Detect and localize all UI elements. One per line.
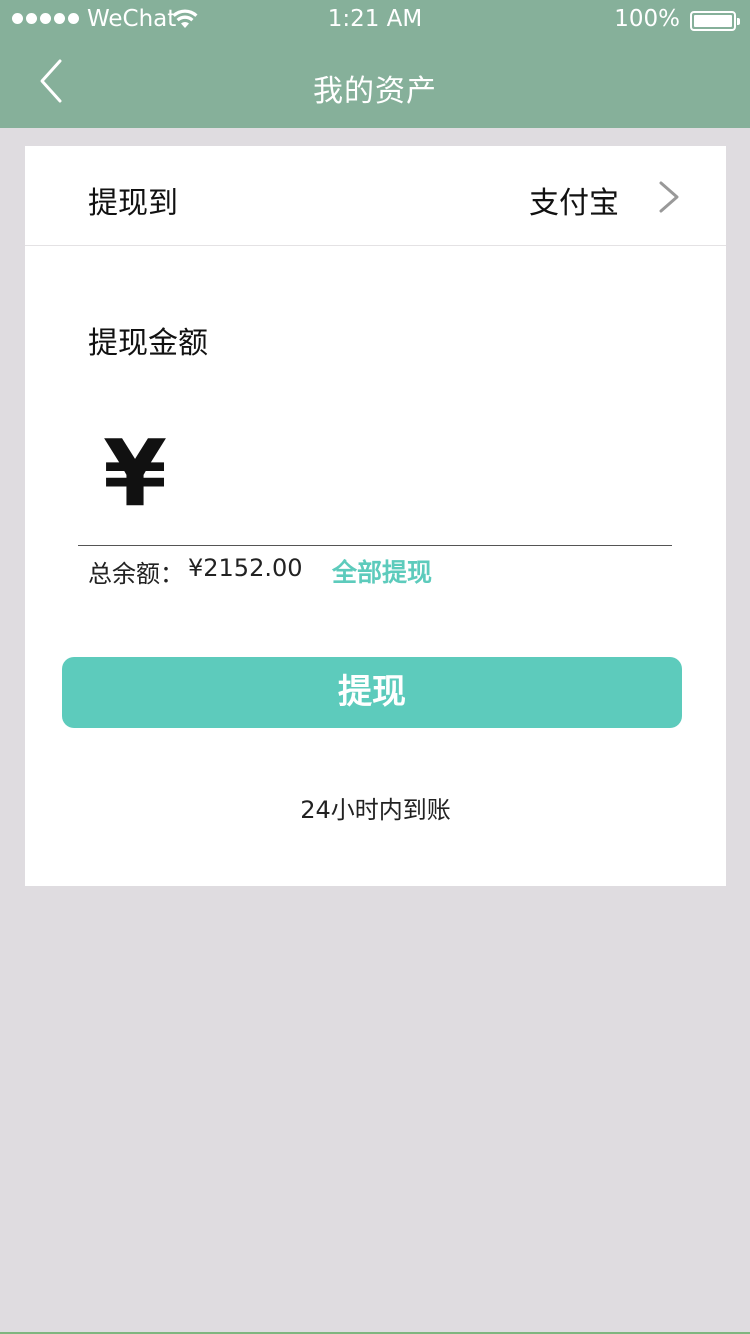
battery-icon: [690, 11, 740, 31]
chevron-right-icon: [659, 181, 679, 213]
withdraw-button[interactable]: 提现: [62, 657, 682, 728]
arrival-note: 24小时内到账: [300, 796, 451, 824]
balance-value: ¥2152.00: [188, 554, 303, 582]
withdraw-destination-value: 支付宝: [529, 186, 619, 221]
amount-input[interactable]: [185, 428, 672, 538]
withdraw-destination-label: 提现到: [88, 186, 178, 221]
currency-symbol: ¥: [103, 420, 168, 527]
app-header: WeChat 1:21 AM 100% 我的资产: [0, 0, 750, 128]
withdraw-destination-row[interactable]: 提现到 支付宝: [25, 146, 726, 246]
battery-percent: 100%: [614, 6, 680, 32]
withdraw-all-link[interactable]: 全部提现: [332, 553, 432, 589]
amount-underline: [78, 545, 672, 546]
amount-label: 提现金额: [88, 326, 208, 361]
status-bar: WeChat 1:21 AM 100%: [0, 0, 750, 40]
withdraw-card: 提现到 支付宝 提现金额 ¥ 总余额： ¥2152.00 全部提现 提现 24小…: [25, 146, 726, 886]
page-title: 我的资产: [313, 74, 437, 109]
balance-label: 总余额：: [88, 560, 184, 588]
